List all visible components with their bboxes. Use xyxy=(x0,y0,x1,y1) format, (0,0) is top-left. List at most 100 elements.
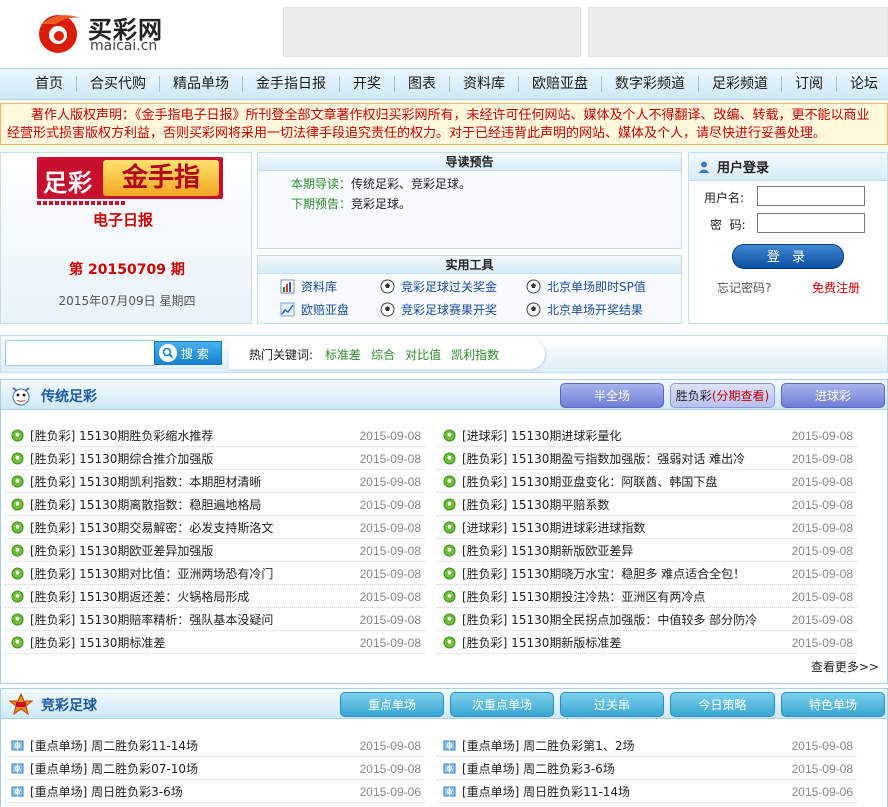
list-item-title[interactable]: [胜负彩] 15130期标准差 xyxy=(30,634,350,651)
list-item[interactable]: [重点单场] 周日胜负彩3-6场 2015-09-06 xyxy=(5,781,425,803)
nav-item-digital[interactable]: 数字彩频道 xyxy=(602,76,699,92)
section-traditional-title: 传统足彩 xyxy=(41,389,97,405)
ad-banner-1[interactable] xyxy=(283,7,581,57)
ad-banner-2[interactable] xyxy=(588,7,888,57)
list-item-title[interactable]: [胜负彩] 15130期胜负彩缩水推荐 xyxy=(30,427,350,444)
list-item-title[interactable]: [胜负彩] 15130期离散指数：稳胆遍地格局 xyxy=(30,496,350,513)
list-item[interactable]: [进球彩] 15130期进球彩进球指数 2015-09-08 xyxy=(437,517,857,539)
keyword-link[interactable]: 标准差 xyxy=(325,346,361,363)
list-item-title[interactable]: [胜负彩] 15130期投注冷热：亚洲区有两冷点 xyxy=(462,588,782,605)
tab-secondary-match[interactable]: 次重点单场 xyxy=(450,692,554,717)
password-input[interactable] xyxy=(757,213,865,233)
nav-item-subscribe[interactable]: 订阅 xyxy=(782,76,837,92)
list-item-title[interactable]: [重点单场] 周二胜负彩11-14场 xyxy=(30,737,350,754)
list-item-title[interactable]: [胜负彩] 15130期返还差：火锅格局形成 xyxy=(30,588,350,605)
more-link[interactable]: 查看更多>> xyxy=(811,658,879,675)
tab-parlay[interactable]: 过关串 xyxy=(560,692,664,717)
list-item-title[interactable]: [胜负彩] 15130期新版欧亚差异 xyxy=(462,542,782,559)
list-item-title[interactable]: [胜负彩] 15130期交易解密：必发支持斯洛文 xyxy=(30,519,350,536)
list-item-title[interactable]: [胜负彩] 15130期对比值：亚洲两场恐有冷门 xyxy=(30,565,350,582)
list-item-title[interactable]: [进球彩] 15130期进球彩进球指数 xyxy=(462,519,782,536)
list-item-title[interactable]: [胜负彩] 15130期盈亏指数加强版：强弱对话 难出冷 xyxy=(462,450,782,467)
logo-domain: maicai.cn xyxy=(90,38,158,54)
list-item-title[interactable]: [重点单场] 周二胜负彩第1、2场 xyxy=(462,737,782,754)
list-item[interactable]: [胜负彩] 15130期盈亏指数加强版：强弱对话 难出冷 2015-09-08 xyxy=(437,448,857,470)
list-item[interactable]: [重点单场] 周日胜负彩11-14场 2015-09-06 xyxy=(437,781,857,803)
tool-bj-results[interactable]: 北京单场开奖结果 xyxy=(526,301,643,318)
tab-key-match[interactable]: 重点单场 xyxy=(340,692,444,717)
nav-item-daily[interactable]: 金手指日报 xyxy=(243,76,340,92)
tab-strategy[interactable]: 今日策略 xyxy=(670,692,775,717)
ebook-panel[interactable]: 足彩 金手指 电子日报 第 20150709 期 2015年07月09日 星期四 xyxy=(0,152,252,324)
list-item[interactable]: [胜负彩] 15130期对比值：亚洲两场恐有冷门 2015-09-08 xyxy=(5,563,425,585)
list-item[interactable]: [重点单场] 周二胜负彩07-10场 2015-09-08 xyxy=(5,758,425,780)
list-item-title[interactable]: [重点单场] 周日胜负彩11-14场 xyxy=(462,783,782,800)
nav-item-forum[interactable]: 论坛 xyxy=(837,76,888,92)
list-item[interactable]: [胜负彩] 15130期综合推介加强版 2015-09-08 xyxy=(5,448,425,470)
list-item[interactable]: [胜负彩] 15130期凯利指数：本期胆材清晰 2015-09-08 xyxy=(5,471,425,493)
list-item-title[interactable]: [重点单场] 周二胜负彩07-10场 xyxy=(30,760,350,777)
list-item-title[interactable]: [胜负彩] 15130期赔率精析：强队基本没疑问 xyxy=(30,611,350,628)
tab-goals[interactable]: 进球彩 xyxy=(781,383,885,408)
username-input[interactable] xyxy=(757,186,865,206)
list-item-title[interactable]: [胜负彩] 15130期晓万水宝：稳胆多 难点适合全包！ xyxy=(462,565,782,582)
list-item-title[interactable]: [胜负彩] 15130期亚盘变化：阿联酋、韩国下盘 xyxy=(462,473,782,490)
list-item[interactable]: [胜负彩] 15130期新版标准差 2015-09-08 xyxy=(437,632,857,654)
tool-bj-sp[interactable]: 北京单场即时SP值 xyxy=(526,278,646,295)
keyword-link[interactable]: 凯利指数 xyxy=(451,346,499,363)
nav-item-single-match[interactable]: 精品单场 xyxy=(160,76,243,92)
list-item[interactable]: [胜负彩] 15130期离散指数：稳胆遍地格局 2015-09-08 xyxy=(5,494,425,516)
list-item-title[interactable]: [胜负彩] 15130期综合推介加强版 xyxy=(30,450,350,467)
forgot-password-link[interactable]: 忘记密码? xyxy=(717,279,771,296)
register-link[interactable]: 免费注册 xyxy=(812,279,860,296)
list-item[interactable]: [重点单场] 周二胜负彩第1、2场 2015-09-08 xyxy=(437,735,857,757)
star-icon xyxy=(9,693,33,715)
list-item[interactable]: [重点单场] 周二胜负彩3-6场 2015-09-08 xyxy=(437,758,857,780)
list-item[interactable]: [进球彩] 15130期进球彩量化 2015-09-08 xyxy=(437,425,857,447)
list-item-title[interactable]: [胜负彩] 15130期新版标准差 xyxy=(462,634,782,651)
nav-item-draw[interactable]: 开奖 xyxy=(340,76,395,92)
tab-halftime[interactable]: 半全场 xyxy=(560,383,664,408)
list-item[interactable]: [胜负彩] 15130期返还差：火锅格局形成 2015-09-08 xyxy=(5,586,425,608)
list-item-title[interactable]: [重点单场] 周日胜负彩3-6场 xyxy=(30,783,350,800)
ebook-issue[interactable]: 第 20150709 期 xyxy=(1,259,253,279)
nav-item-group-buy[interactable]: 合买代购 xyxy=(77,76,160,92)
list-item[interactable]: [胜负彩] 15130期赔率精析：强队基本没疑问 2015-09-08 xyxy=(5,609,425,631)
keyword-link[interactable]: 对比值 xyxy=(405,346,441,363)
site-logo[interactable]: 买彩网 maicai.cn xyxy=(36,8,166,58)
tool-jc-results[interactable]: 竞彩足球赛果开奖 xyxy=(380,301,497,318)
list-item[interactable]: [胜负彩] 15130期欧亚差异加强版 2015-09-08 xyxy=(5,540,425,562)
tab-win-lose-label: 胜负彩 xyxy=(675,389,712,403)
list-item[interactable]: [胜负彩] 15130期平赔系数 2015-09-08 xyxy=(437,494,857,516)
list-item-title[interactable]: [胜负彩] 15130期平赔系数 xyxy=(462,496,782,513)
nav-item-database[interactable]: 资料库 xyxy=(450,76,519,92)
list-item[interactable]: [胜负彩] 15130期胜负彩缩水推荐 2015-09-08 xyxy=(5,425,425,447)
tab-win-lose[interactable]: 胜负彩(分期查看) xyxy=(670,383,775,408)
list-item[interactable]: [胜负彩] 15130期全民拐点加强版：中值较多 部分防冷 2015-09-08 xyxy=(437,609,857,631)
list-item[interactable]: [胜负彩] 15130期晓万水宝：稳胆多 难点适合全包！ 2015-09-08 xyxy=(437,563,857,585)
nav-item-charts[interactable]: 图表 xyxy=(395,76,450,92)
search-input[interactable] xyxy=(5,340,155,366)
tab-featured[interactable]: 特色单场 xyxy=(781,692,885,717)
list-item[interactable]: [重点单场] 周二胜负彩11-14场 2015-09-08 xyxy=(5,735,425,757)
nav-item-football[interactable]: 足彩频道 xyxy=(699,76,782,92)
tool-database[interactable]: 资料库 xyxy=(280,278,337,295)
tool-jc-bonus[interactable]: 竞彩足球过关奖金 xyxy=(380,278,497,295)
list-item-title[interactable]: [进球彩] 15130期进球彩量化 xyxy=(462,427,782,444)
list-item[interactable]: [胜负彩] 15130期新版欧亚差异 2015-09-08 xyxy=(437,540,857,562)
list-item-title[interactable]: [胜负彩] 15130期全民拐点加强版：中值较多 部分防冷 xyxy=(462,611,782,628)
list-item-title[interactable]: [重点单场] 周二胜负彩3-6场 xyxy=(462,760,782,777)
list-item-title[interactable]: [胜负彩] 15130期凯利指数：本期胆材清晰 xyxy=(30,473,350,490)
list-item[interactable]: [胜负彩] 15130期标准差 2015-09-08 xyxy=(5,632,425,654)
football-icon xyxy=(443,521,456,534)
list-item-title[interactable]: [胜负彩] 15130期欧亚差异加强版 xyxy=(30,542,350,559)
nav-item-home[interactable]: 首页 xyxy=(22,76,77,92)
list-item[interactable]: [胜负彩] 15130期亚盘变化：阿联酋、韩国下盘 2015-09-08 xyxy=(437,471,857,493)
keyword-link[interactable]: 综合 xyxy=(371,346,395,363)
list-item[interactable]: [胜负彩] 15130期投注冷热：亚洲区有两冷点 2015-09-08 xyxy=(437,586,857,608)
list-item[interactable]: [胜负彩] 15130期交易解密：必发支持斯洛文 2015-09-08 xyxy=(5,517,425,539)
nav-item-odds[interactable]: 欧赔亚盘 xyxy=(519,76,602,92)
tool-odds[interactable]: 欧赔亚盘 xyxy=(280,301,349,318)
search-button[interactable]: 搜 索 xyxy=(154,341,222,365)
login-button[interactable]: 登 录 xyxy=(732,244,844,269)
